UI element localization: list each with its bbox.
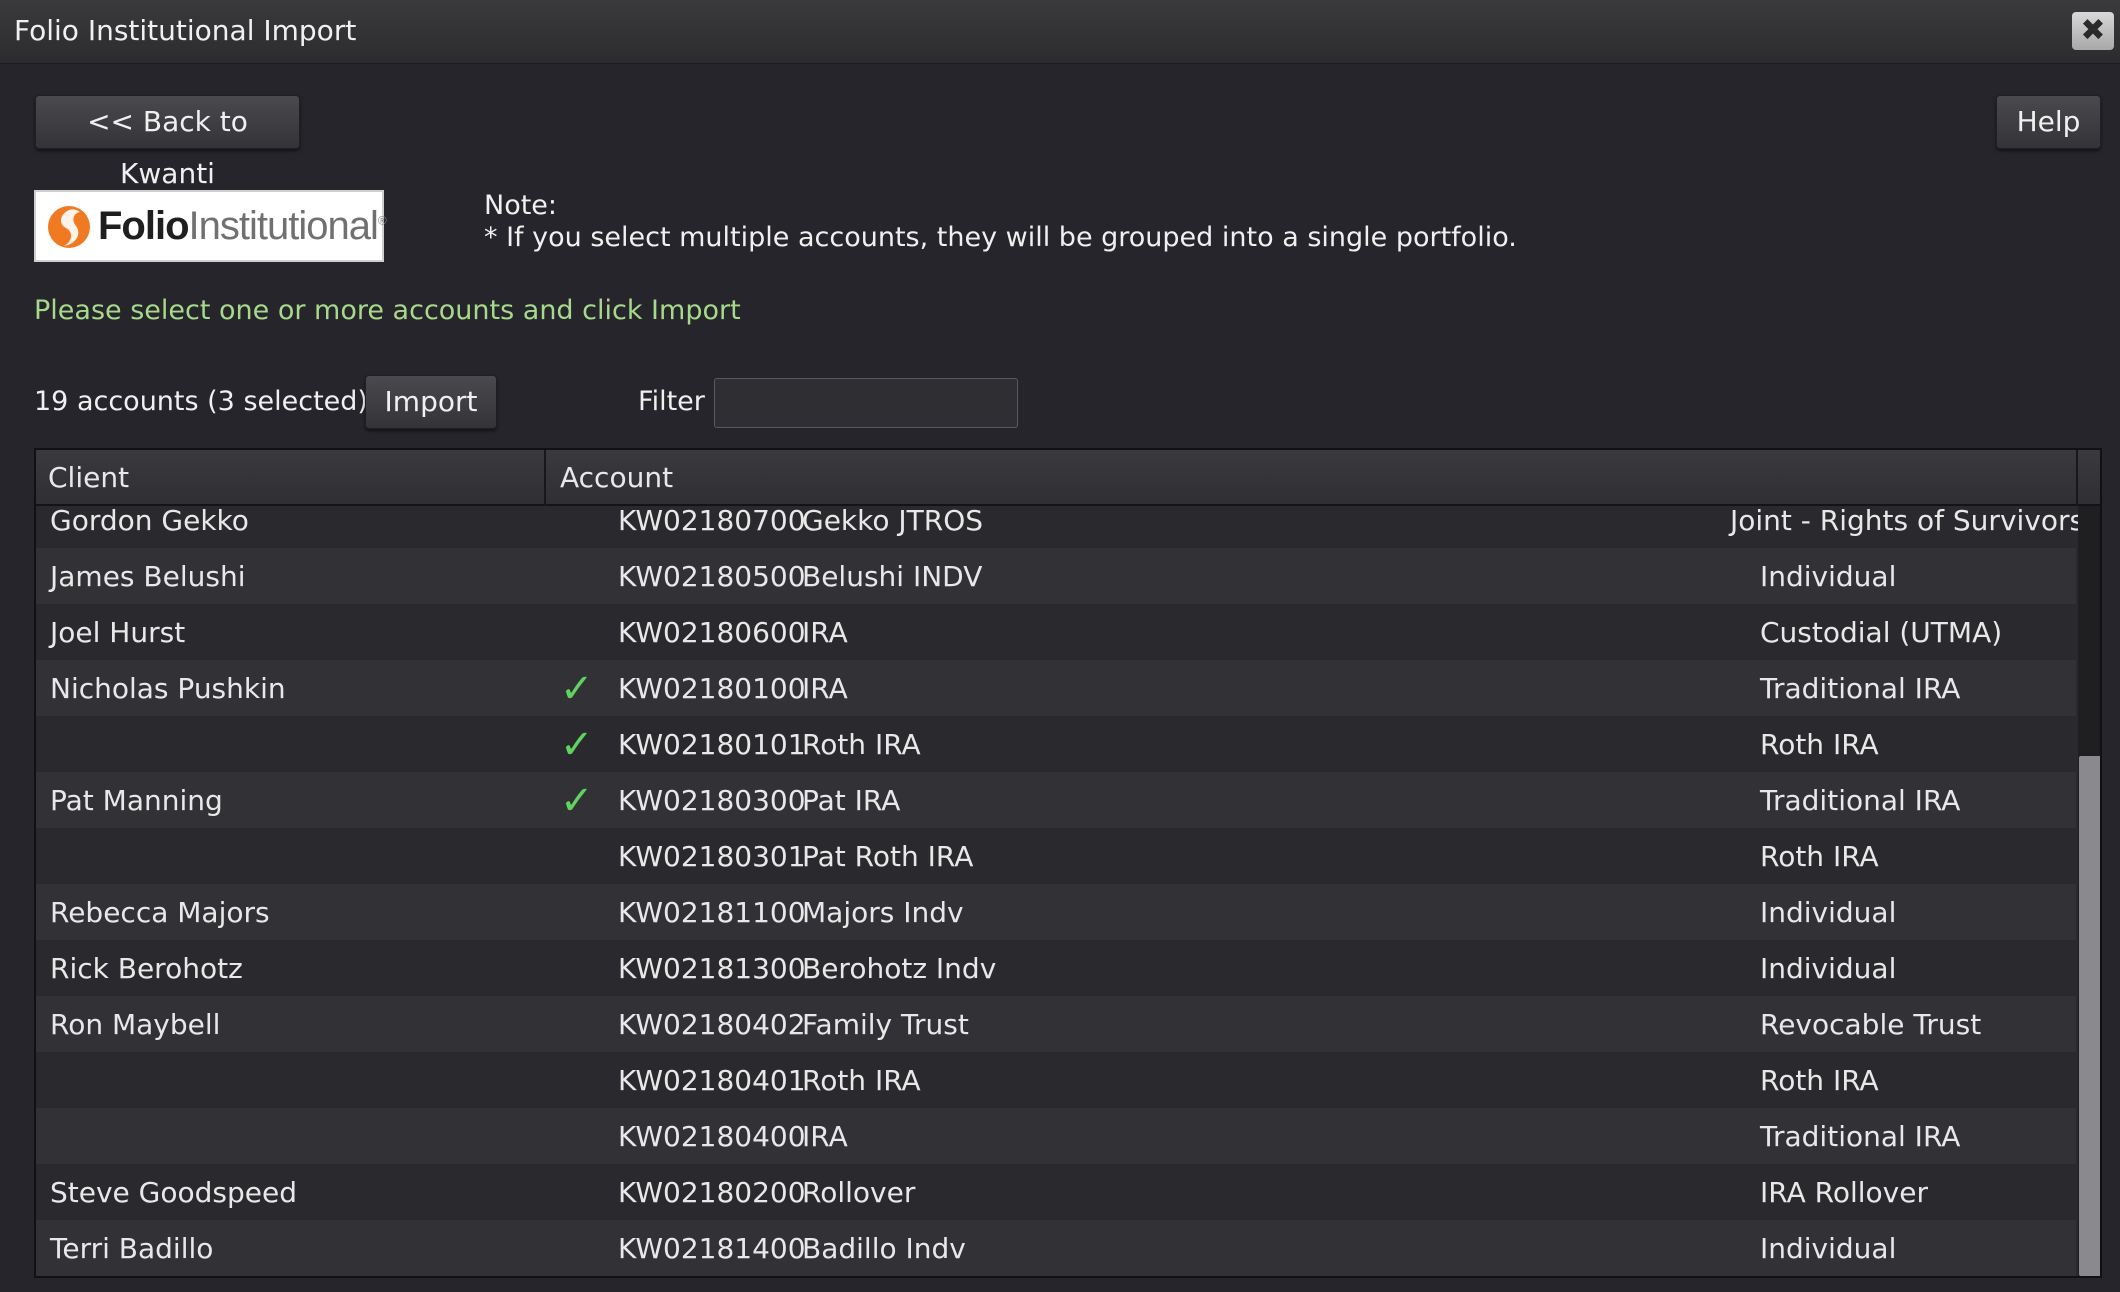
account-number-cell: KW02180200 (618, 1176, 806, 1209)
checkmark-icon[interactable]: ✓ (560, 778, 594, 824)
account-type-cell: IRA Rollover (1760, 1176, 1928, 1209)
account-name-cell: Majors Indv (802, 896, 964, 929)
window-title: Folio Institutional Import (14, 14, 357, 47)
table-row[interactable]: Ron Maybell KW02180402 Family Trust Revocab… (36, 996, 2076, 1052)
account-number-cell: KW02180402 (618, 1008, 806, 1041)
account-number-cell: KW02180400 (618, 1120, 806, 1153)
import-button[interactable]: Import (365, 375, 497, 429)
scrollbar-thumb[interactable] (2079, 756, 2100, 1276)
logo-trademark: ® (377, 213, 387, 228)
logo-text-light: Institutional (188, 204, 379, 248)
account-name-cell: Gekko JTROS (802, 504, 984, 537)
logo-text-bold: Folio (98, 204, 190, 248)
table-row[interactable]: KW02180400 IRA Traditional IRA (36, 1108, 2076, 1164)
close-icon[interactable]: ✖ (2072, 12, 2114, 50)
column-header-account[interactable]: Account (546, 450, 2078, 506)
client-cell: Gordon Gekko (50, 504, 249, 537)
account-number-cell: KW02180500 (618, 560, 806, 593)
back-to-kwanti-button[interactable]: << Back to Kwanti (35, 95, 300, 190)
accounts-table: Client Account Gordon Gekko KW02180700 Gek… (34, 448, 2102, 1278)
account-name-cell: Roth IRA (802, 1064, 921, 1097)
table-row[interactable]: KW02180301 Pat Roth IRA Roth IRA (36, 828, 2076, 884)
note-text: * If you select multiple accounts, they … (484, 222, 1517, 253)
account-name-cell: Belushi INDV (802, 560, 983, 593)
account-name-cell: Pat IRA (802, 784, 901, 817)
account-name-cell: Rollover (802, 1176, 916, 1209)
checkmark-icon[interactable]: ✓ (560, 666, 594, 712)
account-name-cell: Berohotz Indv (802, 952, 997, 985)
column-header-client[interactable]: Client (36, 450, 546, 506)
client-cell: Steve Goodspeed (50, 1176, 297, 1209)
account-number-cell: KW02180101 (618, 728, 806, 761)
account-type-cell: Individual (1760, 1232, 1897, 1265)
client-cell: Joel Hurst (50, 616, 186, 649)
account-name-cell: IRA (802, 616, 848, 649)
account-number-cell: KW02180300 (618, 784, 806, 817)
help-button[interactable]: Help (1996, 95, 2101, 149)
account-type-cell: Traditional IRA (1760, 672, 1961, 705)
client-cell: Rick Berohotz (50, 952, 243, 985)
account-type-cell: Traditional IRA (1760, 784, 1961, 817)
account-name-cell: Roth IRA (802, 728, 921, 761)
folio-logo-icon (48, 206, 90, 248)
account-name-cell: IRA (802, 672, 848, 705)
checkmark-icon[interactable]: ✓ (560, 722, 594, 768)
account-type-cell: Individual (1760, 952, 1897, 985)
account-name-cell: Pat Roth IRA (802, 840, 974, 873)
account-type-cell: Traditional IRA (1760, 1120, 1961, 1153)
table-row[interactable]: Joel Hurst KW02180600 IRA Custodial (UTMA) (36, 604, 2076, 660)
filter-label: Filter (638, 386, 705, 417)
table-row[interactable]: Gordon Gekko KW02180700 Gekko JTROS Joint -… (36, 504, 2100, 548)
account-number-cell: KW02181400 (618, 1232, 806, 1265)
table-row[interactable]: Terri Badillo KW02181400 Badillo Indv Indiv… (36, 1220, 2076, 1276)
table-row[interactable]: Pat Manning KW02180300 Pat IRA Traditional … (36, 772, 2076, 828)
folio-institutional-logo: FolioInstitutional® (34, 190, 387, 262)
account-number-cell: KW02180301 (618, 840, 806, 873)
table-row[interactable]: Rebecca Majors KW02181100 Majors Indv Indiv… (36, 884, 2076, 940)
account-number-cell: KW02180100 (618, 672, 806, 705)
table-row[interactable]: James Belushi KW02180500 Belushi INDV Indiv… (36, 548, 2076, 604)
client-cell: Terri Badillo (50, 1232, 214, 1265)
account-number-cell: KW02180600 (618, 616, 806, 649)
account-type-cell: Revocable Trust (1760, 1008, 1982, 1041)
client-cell: Nicholas Pushkin (50, 672, 286, 705)
account-number-cell: KW02180700 (618, 504, 806, 537)
table-row[interactable]: Steve Goodspeed KW02180200 Rollover IRA Rol… (36, 1164, 2076, 1220)
window-titlebar: Folio Institutional Import ✖ (0, 0, 2120, 64)
account-type-cell: Roth IRA (1760, 840, 1879, 873)
table-row[interactable]: KW02180401 Roth IRA Roth IRA (36, 1052, 2076, 1108)
account-type-cell: Roth IRA (1760, 1064, 1879, 1097)
instruction-text: Please select one or more accounts and c… (34, 295, 741, 326)
filter-input[interactable] (714, 378, 1018, 428)
logo-wordmark: FolioInstitutional® (98, 204, 387, 249)
client-cell: Rebecca Majors (50, 896, 270, 929)
account-type-cell: Individual (1760, 560, 1897, 593)
client-cell: Pat Manning (50, 784, 223, 817)
account-name-cell: Family Trust (802, 1008, 969, 1041)
table-row[interactable]: Nicholas Pushkin KW02180100 IRA Traditional… (36, 660, 2076, 716)
account-type-cell: Roth IRA (1760, 728, 1879, 761)
account-type-cell: Individual (1760, 896, 1897, 929)
account-number-cell: KW02181300 (618, 952, 806, 985)
account-number-cell: KW02180401 (618, 1064, 806, 1097)
client-cell: Ron Maybell (50, 1008, 221, 1041)
table-row[interactable]: KW02180101 Roth IRA Roth IRA ✓ (36, 716, 2076, 772)
client-cell: James Belushi (50, 560, 246, 593)
account-name-cell: Badillo Indv (802, 1232, 966, 1265)
account-type-cell: Custodial (UTMA) (1760, 616, 2003, 649)
table-row[interactable]: Rick Berohotz KW02181300 Berohotz Indv Indi… (36, 940, 2076, 996)
account-name-cell: IRA (802, 1120, 848, 1153)
account-type-cell: Joint - Rights of Survivorship (1730, 504, 2102, 537)
table-scrollbar[interactable] (2078, 506, 2100, 1276)
table-body: Gordon Gekko KW02180700 Gekko JTROS Joint -… (36, 504, 2100, 1276)
accounts-count: 19 accounts (3 selected) (34, 386, 368, 417)
account-number-cell: KW02181100 (618, 896, 806, 929)
note-title: Note: (484, 190, 558, 221)
table-header: Client Account (36, 450, 2100, 506)
